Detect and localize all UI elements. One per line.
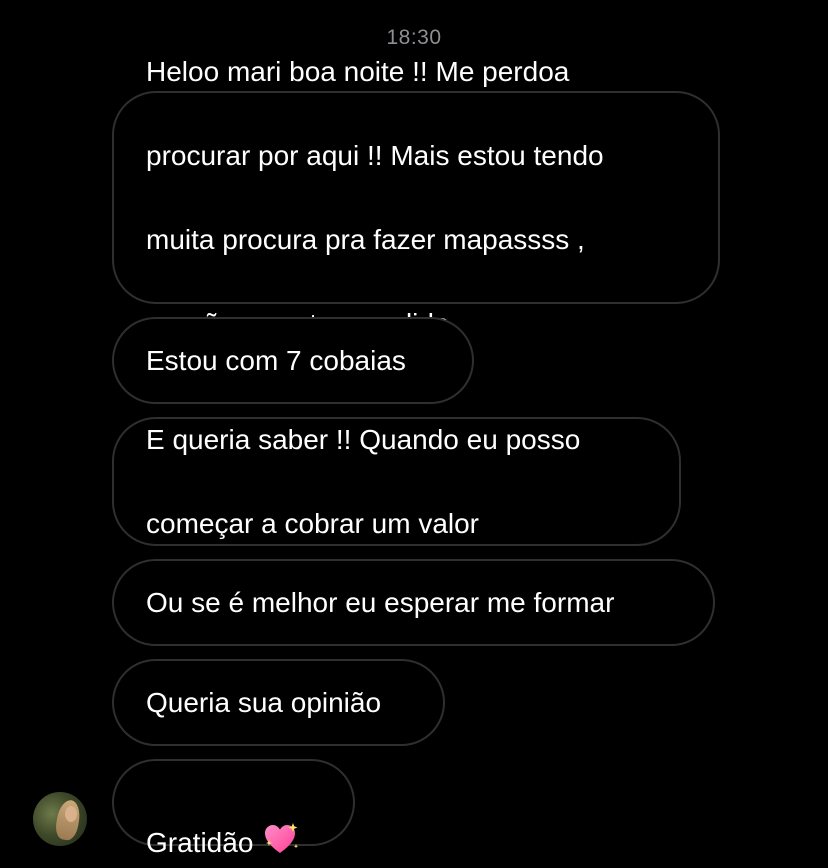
sparkling-heart-icon (263, 780, 301, 868)
avatar-face (65, 806, 77, 822)
message-bubble[interactable]: E queria saber !! Quando eu posso começa… (112, 417, 681, 546)
message-bubble[interactable]: Queria sua opinião (112, 659, 445, 746)
message-text: Gratidão (146, 738, 301, 868)
message-bubble[interactable]: Heloo mari boa noite !! Me perdoa procur… (112, 56, 720, 339)
avatar[interactable] (33, 792, 87, 846)
message-bubble[interactable]: Ou se é melhor eu esperar me formar (112, 559, 715, 646)
message-bubble[interactable]: Gratidão (112, 759, 355, 858)
